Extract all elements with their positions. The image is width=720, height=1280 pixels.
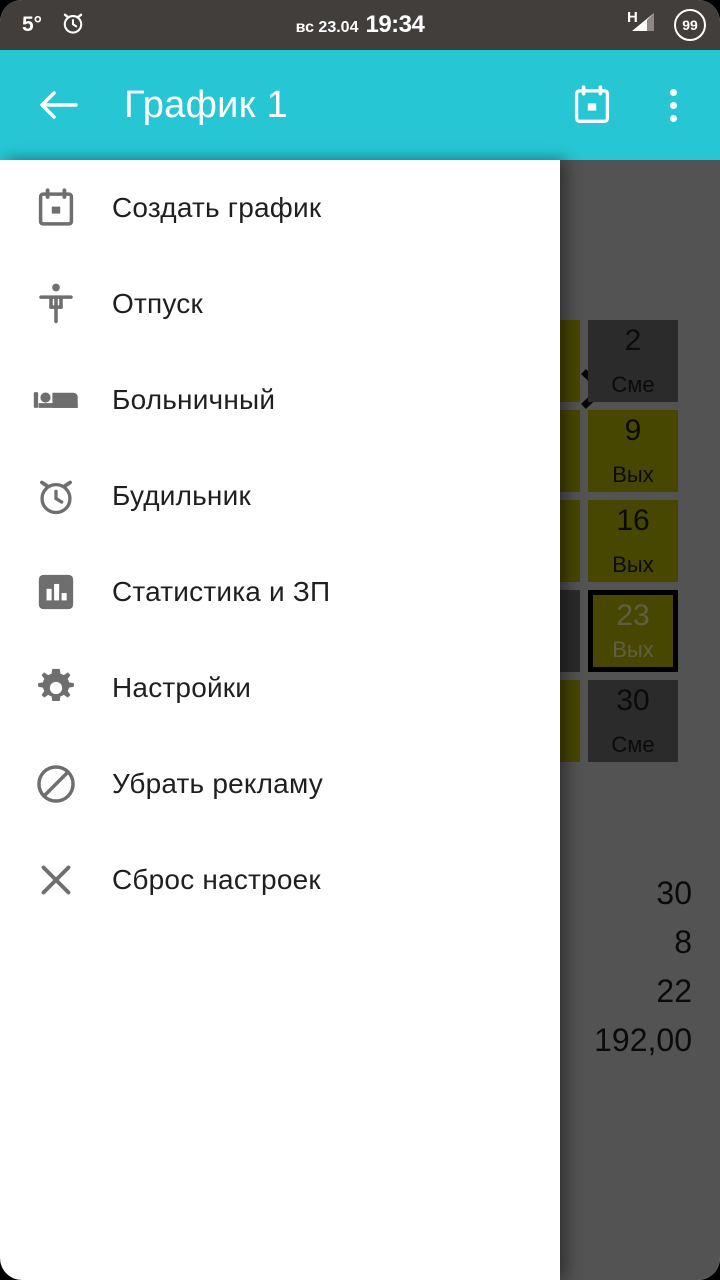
sidebar-item-remove-ads[interactable]: Убрать рекламу <box>0 736 560 832</box>
sidebar-item-label: Будильник <box>112 480 251 511</box>
calendar-icon[interactable] <box>564 77 620 133</box>
close-x-icon <box>0 858 112 902</box>
sidebar-item-label: Настройки <box>112 672 252 703</box>
sidebar-item-settings[interactable]: Настройки <box>0 640 560 736</box>
status-bar-right: H 99 <box>627 9 706 41</box>
alarm-clock-icon <box>0 474 112 518</box>
app-bar: График 1 <box>0 50 720 160</box>
more-vertical-icon[interactable] <box>650 77 696 133</box>
status-bar-clock: вс 23.04 19:34 <box>0 11 720 39</box>
sidebar-item-reset-settings[interactable]: Сброс настроек <box>0 832 560 928</box>
sidebar-item-alarm[interactable]: Будильник <box>0 448 560 544</box>
navigation-drawer: Создать график Отпуск Больничный Будильн… <box>0 160 560 1280</box>
phone-screen: 5° вс 23.04 19:34 H 99 График 1 2 Сме 9 … <box>0 0 720 1280</box>
accessibility-person-icon <box>0 281 112 327</box>
sidebar-item-label: Статистика и ЗП <box>112 576 331 607</box>
status-bar: 5° вс 23.04 19:34 H 99 <box>0 0 720 50</box>
block-icon <box>0 762 112 806</box>
signal-bars-icon: H <box>627 9 662 41</box>
sidebar-item-create-schedule[interactable]: Создать график <box>0 160 560 256</box>
gear-icon <box>0 666 112 710</box>
sidebar-item-vacation[interactable]: Отпуск <box>0 256 560 352</box>
sidebar-item-label: Больничный <box>112 384 276 415</box>
sidebar-item-label: Создать график <box>112 192 322 223</box>
sidebar-item-label: Убрать рекламу <box>112 768 323 799</box>
bed-icon <box>0 385 112 415</box>
sidebar-item-statistics[interactable]: Статистика и ЗП <box>0 544 560 640</box>
back-arrow-icon[interactable] <box>30 77 86 133</box>
sidebar-item-label: Сброс настроек <box>112 864 321 895</box>
battery-indicator: 99 <box>674 9 706 41</box>
status-time: 19:34 <box>365 11 425 38</box>
calendar-icon <box>0 186 112 230</box>
status-date: вс 23.04 <box>295 19 359 36</box>
page-title: График 1 <box>124 83 288 126</box>
sidebar-item-sick-leave[interactable]: Больничный <box>0 352 560 448</box>
sidebar-item-label: Отпуск <box>112 288 203 319</box>
bar-chart-icon <box>0 571 112 613</box>
